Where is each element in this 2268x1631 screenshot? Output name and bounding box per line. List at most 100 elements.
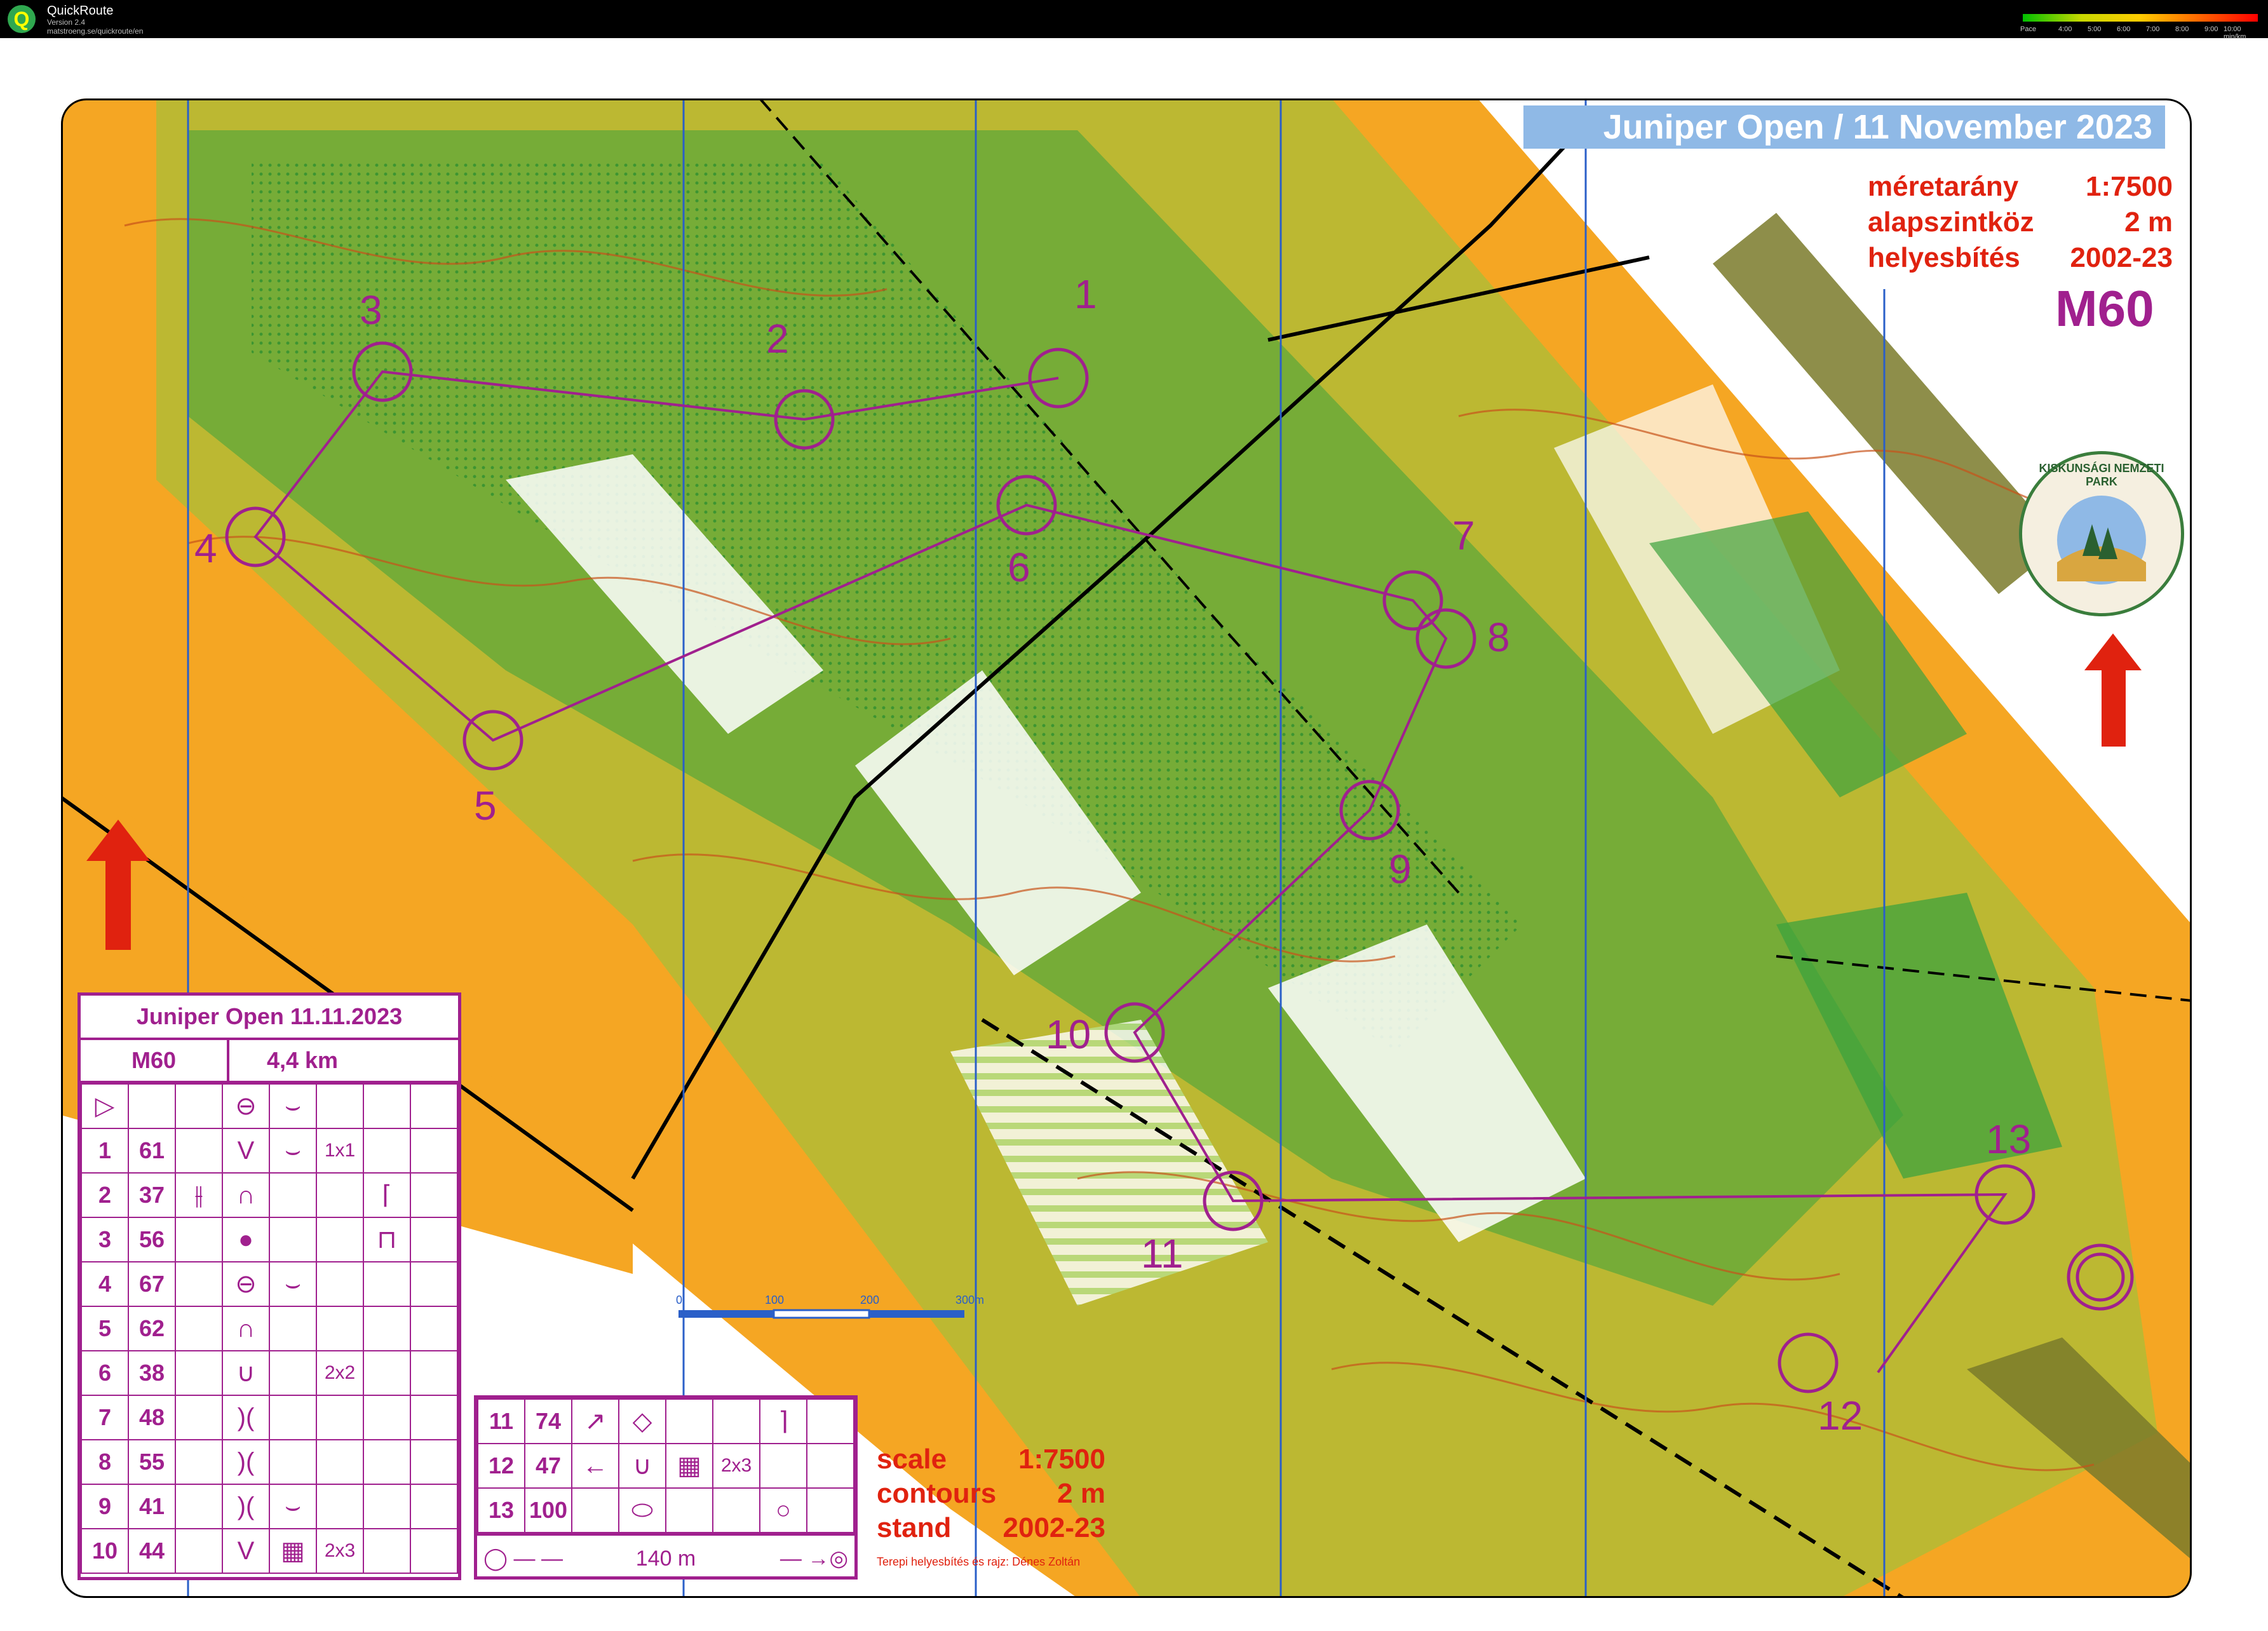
feature-symbol: ⬭ [618, 1487, 666, 1533]
table-row: 3 56 ● ⊓ [81, 1217, 458, 1262]
feature-symbol: ← [571, 1443, 619, 1489]
window-titlebar: Q QuickRoute Version 2.4 matstroeng.se/q… [0, 0, 2268, 41]
dimension [316, 1172, 364, 1218]
pace-color-bar [2023, 14, 2258, 22]
pace-tick: 10:00 min/km [2224, 25, 2246, 41]
scale-bar: 0 100 200 300m [676, 1292, 996, 1324]
meta-label: méretarány [1868, 171, 2019, 202]
control-code: 100 [524, 1487, 572, 1533]
control-number: 13 [1986, 1116, 2031, 1162]
dimension [316, 1261, 364, 1307]
control-number: 7 [1452, 513, 1475, 558]
control-number: 9 [1389, 846, 1412, 892]
quickroute-icon: Q [8, 5, 36, 33]
control-code: 61 [128, 1128, 176, 1174]
meta-label: scale [877, 1444, 947, 1475]
feature-symbol: V [222, 1128, 270, 1174]
dimension [712, 1398, 760, 1444]
table-row: 4 67 ⊖ ⌣ [81, 1261, 458, 1307]
table-row: 2 37 ⫲ ∩ ⌈ [81, 1172, 458, 1218]
meta-value: 1:7500 [1018, 1444, 1105, 1475]
table-row: 8 55)( [81, 1439, 458, 1485]
control-code: 62 [128, 1306, 176, 1351]
scale-label: 300m [955, 1294, 985, 1306]
table-row: 11 74 ↗ ◇ ⌉ [477, 1398, 854, 1444]
table-row: 12 47 ← ∪ ▦ 2x3 [477, 1443, 854, 1489]
control-num: 13 [477, 1487, 525, 1533]
app-version: Version 2.4 [47, 18, 86, 27]
control-descriptions-cont: 11 74 ↗ ◇ ⌉ 12 47 ← ∪ ▦ 2x3 13 100 ⬭ ○ ◯ — — 140 m —… [474, 1395, 858, 1580]
control-code: 47 [524, 1443, 572, 1489]
control-code: 41 [128, 1484, 176, 1529]
scale-label: 0 [676, 1294, 683, 1306]
finish-row: ◯ — — 140 m — →◎ [477, 1533, 854, 1581]
feature-symbol: ⊖ [222, 1261, 270, 1307]
feature-symbol: ∩ [222, 1172, 270, 1218]
control-code: 38 [128, 1350, 176, 1396]
control-number: 8 [1487, 614, 1510, 660]
control-num: 9 [81, 1484, 129, 1529]
control-num: 2 [81, 1172, 129, 1218]
control-num: 5 [81, 1306, 129, 1351]
map-meta-en: scale 1:7500 contours 2 m stand 2002-23 [877, 1442, 1105, 1545]
control-number: 10 [1046, 1012, 1091, 1057]
control-num: 11 [477, 1398, 525, 1444]
feature-symbol: ◇ [618, 1398, 666, 1444]
app-url[interactable]: matstroeng.se/quickroute/en [47, 27, 143, 36]
feature-symbol: )( [222, 1395, 270, 1440]
dimension: 2x2 [316, 1350, 364, 1396]
control-number: 3 [360, 287, 382, 333]
control-code: 37 [128, 1172, 176, 1218]
meta-value: 2 m [2124, 206, 2173, 238]
pace-tick: 9:00 [2204, 25, 2218, 33]
map-credit: Terepi helyesbítés és rajz: Dénes Zoltán [877, 1555, 1081, 1568]
meta-value: 1:7500 [2085, 171, 2173, 202]
pace-tick: 6:00 [2117, 25, 2131, 33]
control-num: 10 [81, 1528, 129, 1574]
scale-label: 200 [860, 1294, 880, 1306]
feature-symbol: ↗ [571, 1398, 619, 1444]
table-row: 6 38 ∪ 2x2 [81, 1350, 458, 1396]
dimension [316, 1217, 364, 1262]
dimension [316, 1306, 364, 1351]
meta-value: 2002-23 [2070, 242, 2173, 273]
dimension: 2x3 [316, 1528, 364, 1574]
meta-label: stand [877, 1512, 952, 1543]
meta-label: contours [877, 1478, 997, 1509]
meta-value: 2 m [1057, 1478, 1105, 1509]
control-descriptions: Juniper Open 11.11.2023 M60 4,4 km ▷ ⊖ ⌣ … [78, 992, 461, 1580]
descriptions-table-2: 11 74 ↗ ◇ ⌉ 12 47 ← ∪ ▦ 2x3 13 100 ⬭ ○ [477, 1398, 854, 1533]
pace-tick: 8:00 [2175, 25, 2189, 33]
feature-symbol: )( [222, 1484, 270, 1529]
table-row: 9 41)(⌣ [81, 1484, 458, 1529]
descriptions-title: Juniper Open 11.11.2023 [81, 996, 458, 1040]
descriptions-class: M60 [81, 1040, 229, 1081]
dimension [316, 1395, 364, 1440]
control-num: 6 [81, 1350, 129, 1396]
finish-icon: — →◎ [780, 1546, 848, 1571]
control-num: 12 [477, 1443, 525, 1489]
control-code: 56 [128, 1217, 176, 1262]
feature-symbol: ∪ [222, 1350, 270, 1396]
dimension [316, 1484, 364, 1529]
control-code: 74 [524, 1398, 572, 1444]
pace-label: Pace [2020, 25, 2037, 33]
descriptions-table: ▷ ⊖ ⌣ 1 61 V ⌣ 1x1 2 37 ⫲ ∩ ⌈ 3 56 ● ⊓ 4 67 ⊖ ⌣ 5 62 ∩ 63… [81, 1083, 458, 1574]
meta-label: helyesbítés [1868, 242, 2020, 273]
class-label: M60 [2055, 280, 2154, 337]
control-num: 8 [81, 1439, 129, 1485]
feature-symbol: V [222, 1528, 270, 1574]
control-number: 2 [766, 316, 789, 362]
descriptions-header: M60 4,4 km [81, 1040, 458, 1083]
table-row: 5 62 ∩ [81, 1306, 458, 1351]
table-row: 1 61 V ⌣ 1x1 [81, 1128, 458, 1174]
pace-legend: Pace 4:00 5:00 6:00 7:00 8:00 9:00 10:00… [2020, 11, 2262, 41]
app-name: QuickRoute [47, 4, 114, 18]
table-row: 10 44 V ▦ 2x3 [81, 1528, 458, 1574]
meta-label: alapszintköz [1868, 206, 2034, 238]
feature-symbol: )( [222, 1439, 270, 1485]
control-num: 3 [81, 1217, 129, 1262]
pace-tick: 4:00 [2058, 25, 2072, 33]
control-code: 67 [128, 1261, 176, 1307]
finish-start-icon: ◯ — — [483, 1546, 563, 1571]
